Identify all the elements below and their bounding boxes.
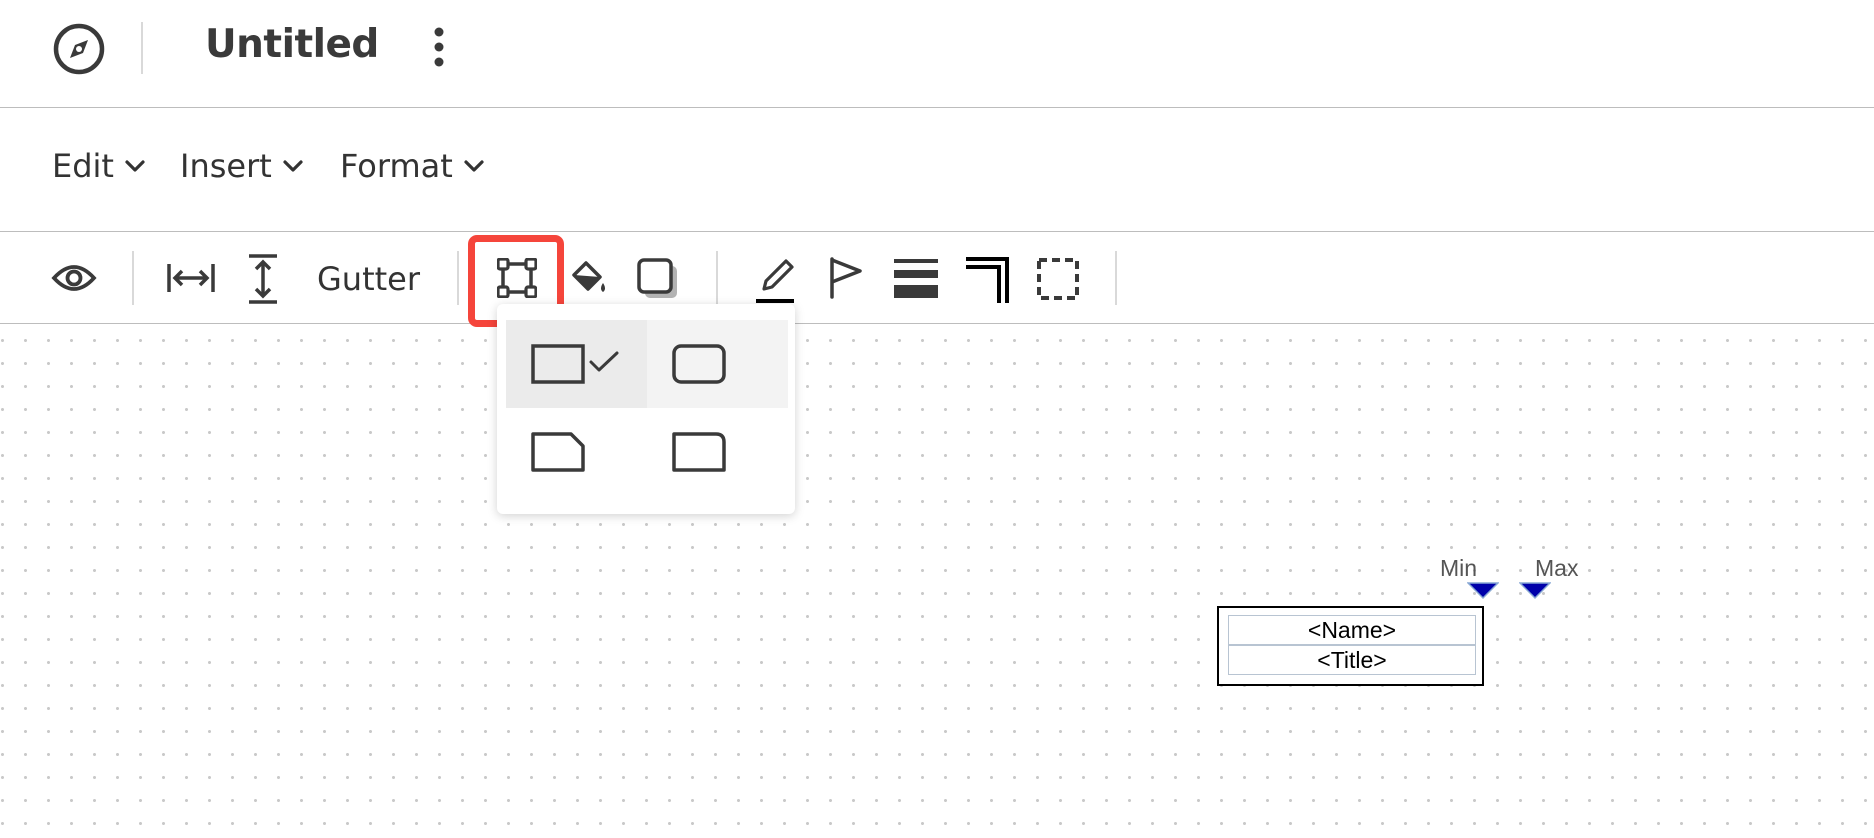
shape-option-rounded-rectangle[interactable] xyxy=(647,320,788,408)
chevron-down-icon xyxy=(125,160,145,172)
rounded-corner-rectangle-icon xyxy=(672,432,726,472)
node-title-field[interactable]: <Title> xyxy=(1228,645,1476,675)
toolbar-divider xyxy=(457,251,459,305)
shadow-icon[interactable] xyxy=(636,257,680,301)
corner-icon[interactable] xyxy=(963,255,1013,305)
width-icon[interactable] xyxy=(166,261,216,295)
eye-icon[interactable] xyxy=(51,258,97,298)
pen-icon[interactable] xyxy=(752,253,798,305)
diagram-canvas[interactable]: Min Max <Name> <Title> xyxy=(0,325,1874,838)
toolbar-divider xyxy=(132,251,134,305)
shape-option-cut-corner[interactable] xyxy=(506,408,647,496)
min-marker-label: Min xyxy=(1440,555,1478,581)
compass-icon[interactable] xyxy=(52,22,106,76)
menu-edit[interactable]: Edit xyxy=(52,147,146,185)
toolbar: Gutter xyxy=(0,233,1874,324)
more-vertical-icon[interactable] xyxy=(428,24,450,70)
check-icon xyxy=(589,351,619,372)
menu-format-label: Format xyxy=(340,147,453,185)
height-icon[interactable] xyxy=(246,253,280,305)
rectangle-icon xyxy=(531,344,585,384)
shape-option-rectangle[interactable] xyxy=(506,320,647,408)
title-bar: Untitled xyxy=(0,0,1874,108)
line-weight-icon[interactable] xyxy=(892,257,940,301)
min-marker-handle[interactable] xyxy=(1467,582,1499,600)
org-chart-node[interactable]: <Name> <Title> xyxy=(1217,606,1484,686)
node-name-field[interactable]: <Name> xyxy=(1228,615,1476,645)
menu-bar: Edit Insert Format xyxy=(0,109,1874,232)
max-marker-handle[interactable] xyxy=(1519,582,1551,600)
toolbar-divider xyxy=(1115,251,1117,305)
max-marker-label: Max xyxy=(1535,555,1579,581)
menu-edit-label: Edit xyxy=(52,147,114,185)
dashed-border-icon[interactable] xyxy=(1036,257,1080,301)
menu-insert[interactable]: Insert xyxy=(180,147,304,185)
document-title[interactable]: Untitled xyxy=(205,22,379,67)
menu-format[interactable]: Format xyxy=(340,147,485,185)
chevron-down-icon xyxy=(464,160,484,172)
shape-option-rounded-corner[interactable] xyxy=(647,408,788,496)
fill-bucket-icon[interactable] xyxy=(568,257,608,297)
cut-corner-rectangle-icon xyxy=(531,432,585,472)
gutter-button[interactable]: Gutter xyxy=(317,260,420,298)
menu-insert-label: Insert xyxy=(180,147,272,185)
title-divider xyxy=(141,22,143,74)
toolbar-divider xyxy=(716,251,718,305)
chevron-down-icon xyxy=(283,160,303,172)
shape-style-popup xyxy=(497,304,795,514)
rounded-rectangle-icon xyxy=(672,344,726,384)
flag-icon[interactable] xyxy=(826,255,864,299)
